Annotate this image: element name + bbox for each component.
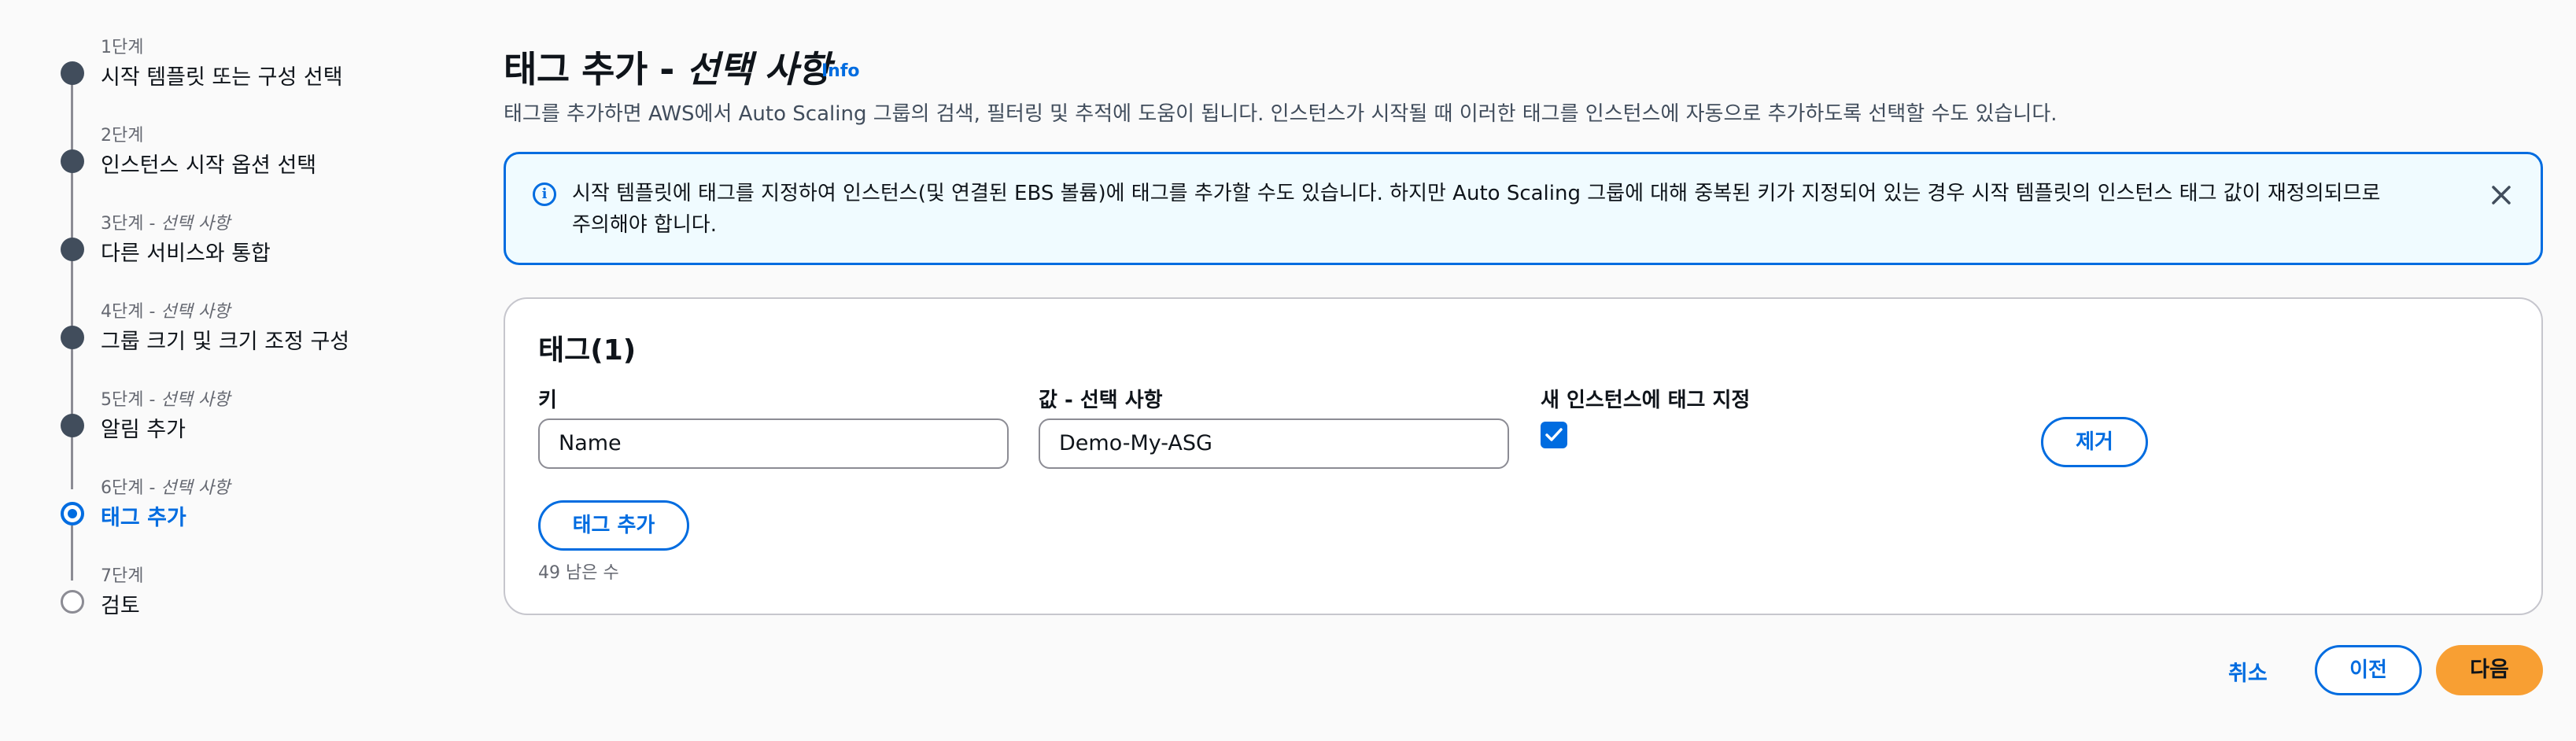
info-link[interactable]: Info: [821, 61, 860, 81]
tag-new-instances-checkbox[interactable]: [1541, 422, 1567, 448]
step-complete-icon: [61, 238, 84, 261]
step-complete-icon: [61, 326, 84, 349]
tags-panel: 태그(1) 키 값 - 선택 사항 새 인스턴스에 태그 지정 Name Dem…: [504, 297, 2543, 615]
add-tag-button[interactable]: 태그 추가: [538, 500, 689, 551]
step-5[interactable]: 5단계 - 선택 사항 알림 추가: [0, 378, 472, 466]
step-number: 6단계 - 선택 사항: [101, 478, 231, 498]
step-2[interactable]: 2단계 인스턴스 시작 옵션 선택: [0, 113, 472, 201]
step-1[interactable]: 1단계 시작 템플릿 또는 구성 선택: [0, 25, 472, 113]
step-number: 3단계 - 선택 사항: [101, 214, 231, 234]
step-title[interactable]: 알림 추가: [101, 412, 186, 443]
checkmark-icon: [1545, 428, 1563, 441]
value-label: 값 - 선택 사항: [1039, 389, 1163, 412]
step-number: 5단계 - 선택 사항: [101, 390, 231, 410]
close-icon[interactable]: [2487, 181, 2515, 209]
remove-tag-button[interactable]: 제거: [2041, 417, 2148, 467]
step-4[interactable]: 4단계 - 선택 사항 그룹 크기 및 크기 조정 구성: [0, 289, 472, 378]
step-3[interactable]: 3단계 - 선택 사항 다른 서비스와 통합: [0, 201, 472, 289]
cancel-button[interactable]: 취소: [2228, 656, 2268, 687]
step-number: 2단계: [101, 126, 144, 146]
page-title: 태그 추가 - 선택 사항: [504, 48, 831, 90]
tag-value-input[interactable]: Demo-My-ASG: [1039, 418, 1509, 469]
remaining-count: 49 남은 수: [538, 563, 619, 583]
info-icon: i: [533, 182, 556, 206]
step-complete-icon: [61, 414, 84, 437]
step-title[interactable]: 다른 서비스와 통합: [101, 236, 271, 267]
step-current-icon: [61, 502, 84, 525]
step-7: 7단계 검토: [0, 554, 472, 642]
tag-new-instances-label: 새 인스턴스에 태그 지정: [1541, 389, 1751, 412]
step-title[interactable]: 그룹 크기 및 크기 조정 구성: [101, 324, 349, 355]
info-alert: i 시작 템플릿에 태그를 지정하여 인스턴스(및 연결된 EBS 볼륨)에 태…: [504, 152, 2543, 265]
next-button[interactable]: 다음: [2436, 645, 2543, 695]
step-number: 4단계 - 선택 사항: [101, 302, 231, 322]
key-label: 키: [538, 389, 557, 412]
step-title[interactable]: 인스턴스 시작 옵션 선택: [101, 148, 316, 179]
alert-text: 시작 템플릿에 태그를 지정하여 인스턴스(및 연결된 EBS 볼륨)에 태그를…: [572, 182, 2381, 237]
step-title: 태그 추가: [101, 506, 186, 530]
previous-button[interactable]: 이전: [2315, 645, 2422, 695]
step-6-current: 6단계 - 선택 사항 태그 추가: [0, 466, 472, 554]
page-description: 태그를 추가하면 AWS에서 Auto Scaling 그룹의 검색, 필터링 …: [504, 102, 2057, 126]
step-complete-icon: [61, 149, 84, 173]
tag-key-input[interactable]: Name: [538, 418, 1009, 469]
step-number: 1단계: [101, 38, 144, 57]
step-complete-icon: [61, 61, 84, 85]
step-pending-icon: [61, 590, 84, 614]
step-title[interactable]: 시작 템플릿 또는 구성 선택: [101, 60, 343, 90]
main-content: 태그 추가 - 선택 사항 Info 태그를 추가하면 AWS에서 Auto S…: [504, 0, 2545, 741]
wizard-stepper: 1단계 시작 템플릿 또는 구성 선택 2단계 인스턴스 시작 옵션 선택 3단…: [0, 0, 472, 741]
panel-title: 태그(1): [538, 334, 637, 367]
step-number: 7단계: [101, 566, 144, 586]
step-title: 검토: [101, 594, 140, 618]
